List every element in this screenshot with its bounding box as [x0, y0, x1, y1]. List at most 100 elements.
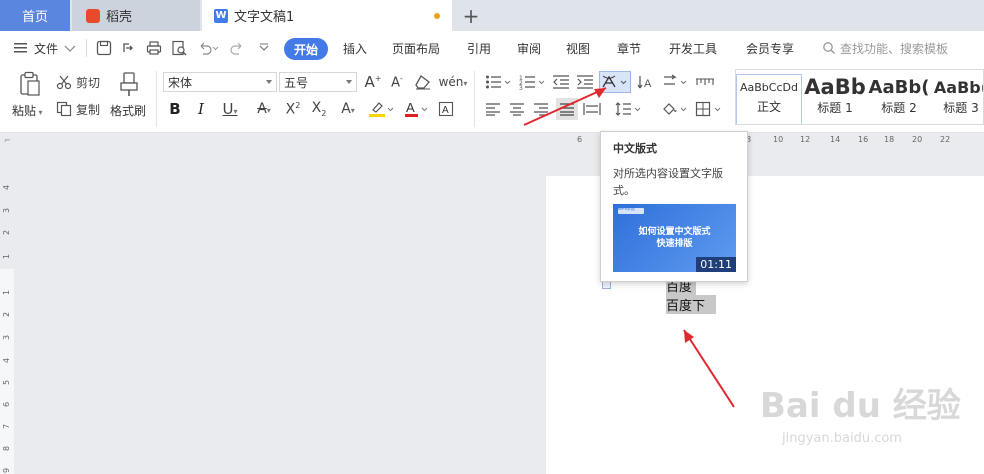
paint-bucket-icon	[663, 103, 687, 115]
clear-format-button[interactable]	[413, 72, 433, 92]
paste-label: 粘贴	[12, 104, 37, 118]
quick-access-dropdown[interactable]	[258, 31, 270, 65]
ruler-left-number: 3	[2, 207, 12, 214]
ruler-top-number: 18	[884, 135, 895, 144]
ruler-left-number: 2	[2, 311, 12, 318]
undo-button[interactable]	[197, 31, 219, 65]
paste-options-icon[interactable]	[602, 281, 611, 289]
underline-icon: U▾	[222, 100, 238, 118]
align-left-button[interactable]	[484, 99, 502, 119]
style-heading-3[interactable]: AaBb( 标题 3	[930, 74, 983, 124]
print-preview-button[interactable]	[171, 31, 187, 65]
increase-indent-button[interactable]	[575, 72, 595, 92]
paste-dropdown[interactable]: 粘贴 ▾	[12, 102, 43, 119]
style-heading-2-name: 标题 2	[881, 101, 917, 115]
redo-button[interactable]	[229, 31, 245, 65]
style-heading-2[interactable]: AaBb( 标题 2	[868, 74, 930, 124]
svg-text:A: A	[406, 100, 415, 115]
font-name-select[interactable]: 宋体	[163, 72, 277, 92]
ruler-top-number: 6	[577, 135, 583, 144]
align-center-button[interactable]	[508, 99, 526, 119]
align-right-button[interactable]	[532, 99, 550, 119]
superscript-button[interactable]: X2	[282, 99, 304, 119]
text-direction-button[interactable]: A	[636, 72, 656, 92]
underline-button[interactable]: U▾	[216, 99, 244, 119]
ruler-left-number: 7	[2, 423, 12, 430]
menu-tab-vip[interactable]: 会员专享	[746, 31, 794, 65]
ruler-left-number: 3	[2, 334, 12, 341]
title-bar: 首页 稻壳 W 文字文稿1 +	[0, 0, 984, 31]
sort-icon	[664, 74, 687, 85]
numbered-list-button[interactable]: 123	[518, 72, 548, 92]
copy-button[interactable]: 复制	[56, 99, 100, 119]
styles-gallery: AaBbCcDd 正文 AaBb 标题 1 AaBb( 标题 2 AaBb( 标…	[735, 69, 984, 125]
menu-tab-devtools[interactable]: 开发工具	[669, 31, 717, 65]
strikethrough-button[interactable]: A▾	[250, 99, 278, 119]
menu-tab-start[interactable]: 开始	[284, 38, 329, 60]
video-title-line-1: 如何设置中文版式	[638, 227, 711, 237]
bullet-list-button[interactable]	[484, 72, 514, 92]
italic-button[interactable]: I	[192, 99, 210, 119]
ruler-left-number: 1	[2, 253, 12, 260]
file-menu[interactable]: 文件	[14, 31, 76, 65]
video-logo: WPS学院	[618, 206, 644, 214]
distributed-align-button[interactable]	[582, 99, 602, 119]
highlight-button[interactable]	[366, 99, 396, 119]
bold-button[interactable]: B	[166, 99, 184, 119]
print-button[interactable]	[146, 31, 162, 65]
document-line-2[interactable]: 百度下	[666, 295, 716, 314]
tab-home[interactable]: 首页	[0, 0, 70, 31]
show-marks-button[interactable]	[694, 72, 716, 92]
menu-tab-chapter[interactable]: 章节	[617, 31, 641, 65]
shading-button[interactable]	[660, 99, 690, 119]
ruler-corner-icon: ⌐	[4, 136, 11, 145]
italic-icon: I	[198, 100, 204, 118]
char-border-button[interactable]: A	[436, 99, 456, 119]
decrease-indent-button[interactable]	[551, 72, 571, 92]
decrease-font-button[interactable]: A-	[388, 72, 406, 92]
menu-tab-insert[interactable]: 插入	[343, 31, 367, 65]
export-button[interactable]	[120, 31, 136, 65]
borders-icon	[695, 101, 721, 117]
tutorial-video-thumbnail[interactable]: WPS学院 如何设置中文版式 快速排版 01:11	[613, 204, 736, 272]
increase-font-button[interactable]: A+	[364, 72, 382, 92]
font-color-button[interactable]: A	[402, 99, 430, 119]
bullet-list-icon	[486, 75, 511, 89]
chinese-layout-button[interactable]	[599, 71, 631, 93]
menu-tab-reference[interactable]: 引用	[467, 31, 491, 65]
borders-button[interactable]	[694, 99, 724, 119]
chinese-layout-icon	[602, 75, 627, 88]
tab-daoke-label: 稻壳	[106, 10, 133, 25]
tab-document[interactable]: W 文字文稿1	[202, 0, 452, 31]
pinyin-guide-button[interactable]: wén▾	[438, 72, 468, 92]
style-heading-1[interactable]: AaBb 标题 1	[802, 74, 868, 124]
style-normal[interactable]: AaBbCcDd 正文	[736, 74, 802, 124]
subscript-button[interactable]: X2	[308, 99, 330, 119]
save-button[interactable]	[96, 31, 112, 65]
line-spacing-button[interactable]	[614, 99, 644, 119]
qa-divider	[86, 31, 87, 65]
style-heading-1-name: 标题 1	[817, 101, 853, 115]
font-name-value: 宋体	[168, 75, 193, 90]
ruler-top-number: 14	[830, 135, 841, 144]
group-divider	[474, 71, 475, 127]
svg-text:A: A	[442, 105, 449, 116]
ruler-marks-icon	[696, 78, 714, 85]
text-direction-icon: A	[637, 76, 652, 90]
tooltip-title: 中文版式	[613, 142, 657, 155]
cut-button[interactable]: 剪切	[56, 72, 100, 92]
menu-tab-layout[interactable]: 页面布局	[392, 31, 440, 65]
style-heading-2-sample: AaBb(	[868, 77, 930, 98]
font-size-select[interactable]: 五号	[279, 72, 357, 92]
sort-button[interactable]	[660, 72, 690, 92]
tab-daoke[interactable]: 稻壳	[72, 0, 200, 31]
highlighter-icon	[369, 102, 394, 117]
paste-button[interactable]	[16, 70, 44, 98]
text-effect-button[interactable]: A▾	[334, 99, 362, 119]
new-tab-button[interactable]: +	[456, 0, 486, 31]
menu-tab-review[interactable]: 审阅	[517, 31, 541, 65]
search-box[interactable]: 查找功能、搜索模板	[822, 31, 948, 65]
menu-tab-view[interactable]: 视图	[566, 31, 590, 65]
format-painter-button[interactable]	[117, 71, 141, 97]
justify-button[interactable]	[556, 98, 578, 120]
